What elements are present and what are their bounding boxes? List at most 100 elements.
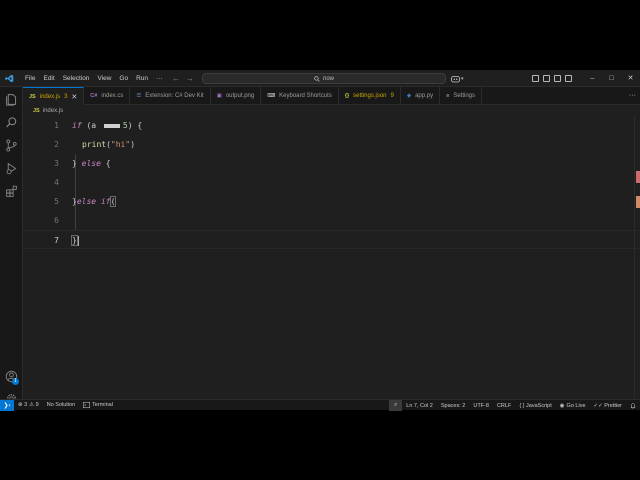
encoding[interactable]: UTF-8 — [469, 400, 493, 411]
layout-controls — [532, 70, 572, 87]
language-mode[interactable]: { } JavaScript — [515, 400, 555, 411]
code-content: } — [71, 231, 79, 250]
line-number: 3 — [54, 159, 59, 168]
tab-app-py[interactable]: ◆ app.py — [401, 87, 441, 105]
minimize-button[interactable]: – — [583, 70, 602, 87]
code-content: if (a 5) { — [72, 116, 142, 135]
broadcast-icon: ◉ — [559, 402, 565, 409]
activity-bar: 1 — [0, 87, 23, 403]
menu-go[interactable]: Go — [115, 70, 132, 87]
editor-scrollbar[interactable] — [634, 116, 640, 399]
toggle-panel-icon[interactable] — [543, 75, 550, 82]
tab-label: index.js — [39, 93, 61, 100]
menu-view[interactable]: View — [93, 70, 115, 87]
end-of-line[interactable]: CRLF — [493, 400, 515, 411]
tab-index-cs[interactable]: C# index.cs — [84, 87, 131, 105]
terminal-label: Terminal — [92, 402, 113, 408]
tab-overflow-button[interactable]: ··· — [629, 87, 636, 105]
keyword-else: else — [81, 159, 101, 168]
bracket-match: } — [71, 235, 78, 246]
menu-bar: File Edit Selection View Go Run ··· — [21, 70, 167, 87]
accounts-button[interactable]: 1 — [0, 370, 23, 385]
copilot-button[interactable]: ▾ — [451, 73, 464, 84]
close-button[interactable]: ✕ — [621, 70, 640, 87]
line-number: 2 — [54, 140, 59, 149]
command-center-text: now — [322, 75, 334, 82]
code-line-3: 3 } else { — [23, 154, 640, 173]
tab-extension-csharp-dev-kit[interactable]: ☰ Extension: C# Dev Kit — [130, 87, 211, 105]
zoom-indicator[interactable]: ⌕ — [389, 400, 403, 411]
copilot-icon — [451, 75, 460, 82]
explorer-icon[interactable] — [5, 93, 18, 106]
code-content: } else { — [72, 154, 111, 173]
settings-icon: ≡ — [446, 93, 450, 99]
solution-status[interactable]: No Solution — [43, 400, 79, 411]
forward-arrow-icon[interactable]: → — [186, 74, 194, 83]
code-line-4: 4 — [23, 173, 640, 192]
text-cursor — [77, 235, 79, 246]
menu-edit[interactable]: Edit — [39, 70, 58, 87]
code-content: }else if( — [72, 192, 117, 211]
notifications-bell-icon[interactable] — [626, 400, 640, 411]
source-control-icon[interactable] — [5, 139, 18, 152]
code-line-1: 1 if (a 5) { — [23, 116, 640, 135]
customize-layout-icon[interactable] — [565, 75, 572, 82]
menu-file[interactable]: File — [21, 70, 39, 87]
problems-indicator[interactable]: ⊗ 3 ⚠ 9 — [14, 400, 43, 411]
extensions-icon[interactable] — [5, 185, 18, 198]
tab-problem-count: 9 — [390, 93, 394, 99]
code-line-6: 6 — [23, 211, 640, 230]
tab-output-png[interactable]: ▣ output.png — [211, 87, 262, 105]
tab-label: app.py — [415, 93, 434, 99]
errors-count: ⊗ 3 — [18, 402, 28, 408]
code-token: { — [100, 159, 111, 168]
line-number: 4 — [54, 178, 59, 187]
indentation[interactable]: Spaces: 2 — [437, 400, 469, 411]
maximize-button[interactable]: □ — [602, 70, 621, 87]
prettier-status[interactable]: ✓✓ Prettier — [590, 400, 626, 411]
back-arrow-icon[interactable]: ← — [172, 74, 180, 83]
tab-problem-count: 3 — [64, 93, 68, 100]
keyword-else: else — [76, 197, 97, 206]
function-name: print — [82, 140, 107, 149]
toggle-secondary-sidebar-icon[interactable] — [554, 75, 561, 82]
accounts-badge: 1 — [12, 378, 19, 385]
breadcrumb-file[interactable]: index.js — [43, 108, 63, 114]
code-editor[interactable]: 1 if (a 5) { 2 print("hi") 3 } else { 4 … — [23, 116, 640, 399]
terminal-icon — [83, 402, 91, 408]
line-number: 1 — [54, 121, 59, 130]
keyword-if: if — [72, 121, 82, 130]
tab-label: Settings — [453, 93, 475, 99]
go-live-button[interactable]: ◉ Go Live — [556, 400, 590, 411]
keyword-if: if — [100, 197, 111, 206]
menu-more[interactable]: ··· — [152, 70, 167, 87]
command-center-search[interactable]: now — [202, 73, 446, 84]
error-marker — [636, 196, 640, 208]
search-icon — [314, 75, 320, 82]
javascript-file-icon: JS — [29, 93, 36, 100]
tab-keyboard-shortcuts[interactable]: ⌨ Keyboard Shortcuts — [261, 87, 339, 105]
tab-settings[interactable]: ≡ Settings — [440, 87, 482, 105]
line-number: 7 — [54, 236, 59, 245]
image-file-icon: ▣ — [216, 93, 222, 99]
title-bar: File Edit Selection View Go Run ··· ← → … — [0, 70, 640, 87]
status-bar: ❯‹ ⊗ 3 ⚠ 9 No Solution Terminal ⌕ Ln 7, … — [0, 399, 640, 411]
toggle-primary-sidebar-icon[interactable] — [532, 75, 539, 82]
code-line-5: 5 }else if( — [23, 192, 640, 211]
menu-selection[interactable]: Selection — [59, 70, 94, 87]
cursor-position[interactable]: Ln 7, Col 2 — [402, 400, 437, 411]
search-icon[interactable] — [5, 116, 18, 129]
terminal-button[interactable]: Terminal — [79, 400, 117, 411]
tab-label: Keyboard Shortcuts — [279, 93, 332, 99]
run-debug-icon[interactable] — [5, 162, 18, 175]
warnings-count: ⚠ 9 — [29, 402, 39, 408]
tab-settings-json[interactable]: {} settings.json 9 — [339, 87, 401, 105]
vscode-logo-icon — [1, 70, 17, 87]
close-icon[interactable]: ✕ — [71, 93, 77, 101]
remote-indicator[interactable]: ❯‹ — [0, 399, 14, 411]
menu-run[interactable]: Run — [132, 70, 152, 87]
tab-index-js[interactable]: JS index.js 3 ✕ — [23, 87, 85, 105]
tab-label: settings.json — [353, 93, 387, 99]
tab-label: Extension: C# Dev Kit — [145, 93, 204, 99]
window-controls: – □ ✕ — [583, 70, 640, 87]
